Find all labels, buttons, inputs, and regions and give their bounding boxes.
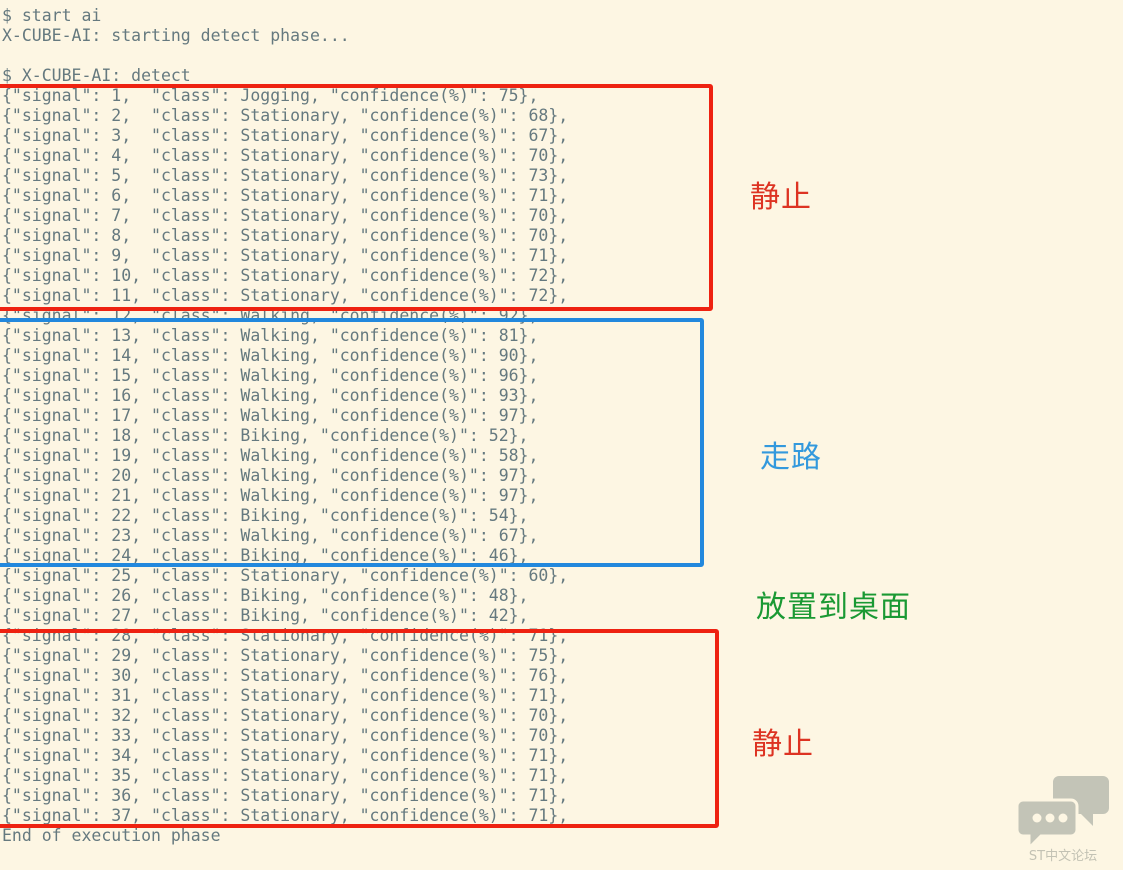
terminal-record-line: {"signal": 6, "class": Stationary, "conf… — [2, 186, 569, 205]
terminal-record-line: {"signal": 1, "class": Jogging, "confide… — [2, 86, 539, 105]
terminal-record-line: {"signal": 19, "class": Walking, "confid… — [2, 446, 539, 465]
terminal-screenshot: $ start ai X-CUBE-AI: starting detect pha… — [0, 0, 1123, 870]
terminal-record-line: {"signal": 23, "class": Walking, "confid… — [2, 526, 539, 545]
terminal-record-line: {"signal": 10, "class": Stationary, "con… — [2, 266, 569, 285]
terminal-record-line: {"signal": 31, "class": Stationary, "con… — [2, 686, 569, 705]
terminal-record-line: {"signal": 24, "class": Biking, "confide… — [2, 546, 529, 565]
terminal-record-line: {"signal": 21, "class": Walking, "confid… — [2, 486, 539, 505]
terminal-header-line — [2, 46, 1123, 66]
terminal-record-line: {"signal": 30, "class": Stationary, "con… — [2, 666, 569, 685]
terminal-record-line: {"signal": 37, "class": Stationary, "con… — [2, 806, 569, 825]
terminal-record-line: {"signal": 36, "class": Stationary, "con… — [2, 786, 569, 805]
terminal-record-line: {"signal": 25, "class": Stationary, "con… — [2, 566, 569, 585]
annotation-label-stationary-2: 静止 — [752, 727, 814, 762]
terminal-output[interactable]: $ start ai X-CUBE-AI: starting detect pha… — [0, 0, 1123, 846]
terminal-record-line: {"signal": 3, "class": Stationary, "conf… — [2, 126, 569, 145]
terminal-record-line: {"signal": 16, "class": Walking, "confid… — [2, 386, 539, 405]
terminal-record-line: {"signal": 7, "class": Stationary, "conf… — [2, 206, 569, 225]
terminal-record-line: {"signal": 28, "class": Stationary, "con… — [2, 626, 569, 645]
terminal-record-line: {"signal": 9, "class": Stationary, "conf… — [2, 246, 569, 265]
watermark-text: ST中文论坛 — [1028, 849, 1098, 864]
annotation-label-walking: 走路 — [760, 440, 822, 475]
terminal-record-line: {"signal": 29, "class": Stationary, "con… — [2, 646, 569, 665]
speech-bubbles-icon — [1015, 776, 1109, 850]
terminal-header-line: $ X-CUBE-AI: detect — [2, 66, 191, 85]
terminal-header-line: $ start ai — [2, 6, 102, 25]
terminal-record-line: {"signal": 11, "class": Stationary, "con… — [2, 286, 569, 305]
terminal-record-line: {"signal": 15, "class": Walking, "confid… — [2, 366, 539, 385]
terminal-record-line: {"signal": 32, "class": Stationary, "con… — [2, 706, 569, 725]
annotation-label-desk: 放置到桌面 — [756, 590, 911, 625]
watermark: ST中文论坛 — [1011, 770, 1115, 866]
terminal-record-line: {"signal": 13, "class": Walking, "confid… — [2, 326, 539, 345]
terminal-record-line: {"signal": 2, "class": Stationary, "conf… — [2, 106, 569, 125]
terminal-record-line: {"signal": 17, "class": Walking, "confid… — [2, 406, 539, 425]
terminal-record-line: {"signal": 27, "class": Biking, "confide… — [2, 606, 529, 625]
terminal-record-line: {"signal": 4, "class": Stationary, "conf… — [2, 146, 569, 165]
terminal-record-line: {"signal": 34, "class": Stationary, "con… — [2, 746, 569, 765]
terminal-record-line: {"signal": 26, "class": Biking, "confide… — [2, 586, 529, 605]
terminal-record-line: {"signal": 20, "class": Walking, "confid… — [2, 466, 539, 485]
terminal-record-line: {"signal": 18, "class": Biking, "confide… — [2, 426, 529, 445]
terminal-record-line: {"signal": 22, "class": Biking, "confide… — [2, 506, 529, 525]
terminal-record-line: {"signal": 5, "class": Stationary, "conf… — [2, 166, 569, 185]
terminal-footer-line: End of execution phase — [2, 826, 221, 845]
terminal-record-line: {"signal": 33, "class": Stationary, "con… — [2, 726, 569, 745]
terminal-record-line: {"signal": 14, "class": Walking, "confid… — [2, 346, 539, 365]
terminal-record-line: {"signal": 35, "class": Stationary, "con… — [2, 766, 569, 785]
annotation-label-stationary-1: 静止 — [750, 180, 812, 215]
terminal-record-line: {"signal": 12, "class": Walking, "confid… — [2, 306, 539, 325]
terminal-header-line: X-CUBE-AI: starting detect phase... — [2, 26, 350, 45]
terminal-record-line: {"signal": 8, "class": Stationary, "conf… — [2, 226, 569, 245]
